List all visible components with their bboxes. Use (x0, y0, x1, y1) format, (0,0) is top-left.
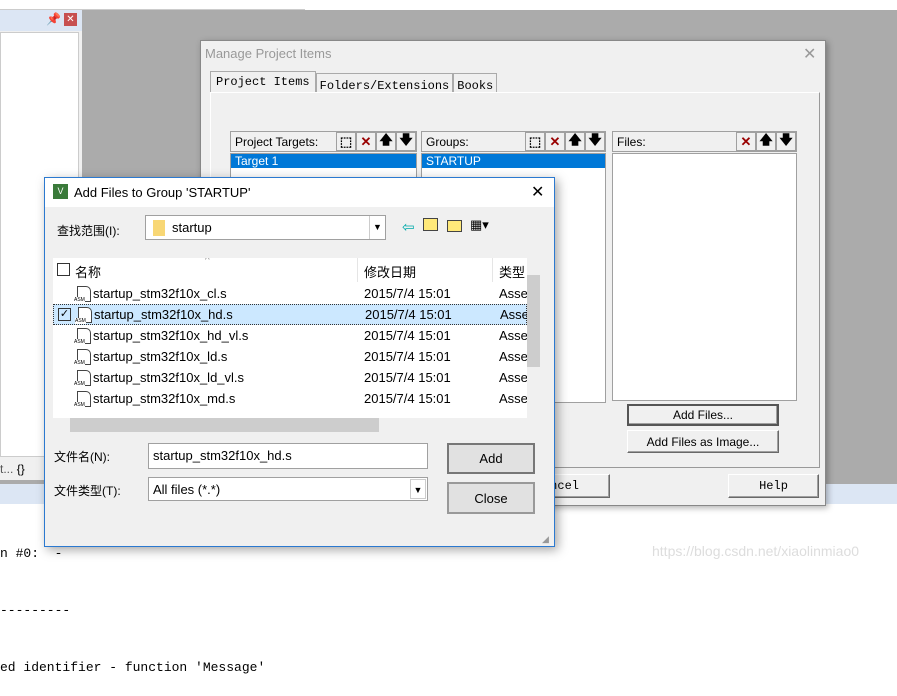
move-down-icon[interactable]: 🡇 (396, 132, 416, 151)
close-button[interactable]: Close (447, 482, 535, 514)
functions-icon[interactable]: {} (17, 462, 25, 476)
column-name[interactable]: 名称 (75, 262, 101, 281)
new-icon[interactable]: ⬚ (336, 132, 356, 151)
file-list[interactable]: 名称 ^ 修改日期 类型 startup_stm32f10x_cl.s2015/… (53, 258, 540, 432)
asm-file-icon (75, 306, 92, 324)
horizontal-scrollbar[interactable] (53, 418, 540, 432)
scrollbar-thumb[interactable] (527, 275, 540, 367)
list-item-selected[interactable]: ✓startup_stm32f10x_hd.s2015/7/4 15:01Ass… (53, 304, 529, 325)
list-item[interactable]: startup_stm32f10x_hd_vl.s2015/7/4 15:01A… (53, 325, 528, 346)
sort-up-icon: ^ (205, 258, 210, 266)
asm-file-icon (74, 390, 91, 408)
look-in-value: startup (172, 220, 212, 235)
delete-icon[interactable]: ✕ (545, 132, 565, 151)
folder-icon (153, 219, 165, 236)
tab-project-items[interactable]: Project Items (210, 71, 316, 93)
dialog-title: Add Files to Group 'STARTUP' (74, 185, 251, 200)
resize-grip-icon[interactable]: ◢ (542, 534, 549, 545)
filename-input[interactable]: startup_stm32f10x_hd.s (148, 443, 428, 469)
filetype-value: All files (*.*) (153, 481, 221, 497)
move-up-icon[interactable]: 🡅 (376, 132, 396, 151)
targets-label: Project Targets: (235, 134, 319, 149)
tab-folders-extensions[interactable]: Folders/Extensions (315, 73, 454, 93)
filename-label: 文件名(N): (54, 450, 110, 464)
list-item[interactable]: startup_stm32f10x_ld_vl.s2015/7/4 15:01A… (53, 367, 528, 388)
tab-build[interactable]: t... (0, 462, 13, 476)
column-type[interactable]: 类型 (499, 262, 525, 281)
output-line: --------- (0, 603, 71, 618)
top-toolbar (0, 0, 305, 10)
vertical-scrollbar[interactable] (527, 258, 540, 418)
chevron-down-icon[interactable]: ▼ (410, 479, 426, 499)
view-menu-icon[interactable]: ▦▾ (470, 217, 489, 233)
asm-file-icon (74, 369, 91, 387)
filetype-select[interactable]: All files (*.*) ▼ (148, 477, 428, 501)
move-down-icon[interactable]: 🡇 (585, 132, 605, 151)
look-in-select[interactable]: startup ▼ (145, 215, 386, 240)
list-item[interactable]: STARTUP (422, 154, 605, 168)
move-down-icon[interactable]: 🡇 (776, 132, 796, 151)
new-folder-icon[interactable] (447, 220, 462, 232)
app-logo-icon: V (53, 184, 68, 199)
select-all-checkbox[interactable] (57, 263, 70, 276)
asm-file-icon (74, 327, 91, 345)
list-item[interactable]: startup_stm32f10x_ld.s2015/7/4 15:01Asse (53, 346, 528, 367)
delete-icon[interactable]: ✕ (356, 132, 376, 151)
output-line: ed identifier - function 'Message' (0, 660, 266, 675)
title-bar: V Add Files to Group 'STARTUP' ✕ (45, 178, 554, 207)
up-folder-icon[interactable] (423, 218, 438, 231)
list-item[interactable]: startup_stm32f10x_md.s2015/7/4 15:01Asse (53, 388, 528, 409)
move-up-icon[interactable]: 🡅 (756, 132, 776, 151)
scrollbar-thumb[interactable] (70, 418, 379, 432)
new-icon[interactable]: ⬚ (525, 132, 545, 151)
dialog-title: Manage Project Items (205, 46, 332, 61)
help-button[interactable]: Help (728, 474, 819, 498)
pin-icon[interactable]: 📌 (46, 12, 61, 26)
add-button[interactable]: Add (447, 443, 535, 474)
close-icon[interactable]: ✕ (803, 44, 816, 64)
asm-file-icon (74, 285, 91, 303)
look-in-label: 查找范围(I): (57, 224, 120, 238)
watermark: https://blog.csdn.net/xiaolinmiao0 (652, 543, 860, 559)
tab-books[interactable]: Books (453, 73, 498, 93)
list-item[interactable]: startup_stm32f10x_cl.s2015/7/4 15:01Asse (53, 283, 528, 304)
back-icon[interactable]: ⇦ (402, 218, 415, 236)
files-list[interactable] (612, 153, 797, 401)
close-icon[interactable]: ✕ (531, 182, 544, 202)
add-files-button[interactable]: Add Files... (627, 404, 779, 426)
list-item[interactable]: Target 1 (231, 154, 416, 168)
list-header: 名称 ^ 修改日期 类型 (53, 258, 527, 282)
files-label: Files: (617, 134, 646, 149)
add-files-as-image-button[interactable]: Add Files as Image... (627, 430, 779, 453)
groups-label: Groups: (426, 134, 469, 149)
checkbox-checked[interactable]: ✓ (58, 308, 71, 321)
asm-file-icon (74, 348, 91, 366)
add-files-dialog: V Add Files to Group 'STARTUP' ✕ 查找范围(I)… (44, 177, 555, 547)
close-icon[interactable]: ✕ (64, 13, 77, 26)
chevron-down-icon[interactable]: ▼ (369, 216, 385, 239)
column-date[interactable]: 修改日期 (364, 262, 416, 281)
move-up-icon[interactable]: 🡅 (565, 132, 585, 151)
filetype-label: 文件类型(T): (54, 484, 121, 498)
delete-icon[interactable]: ✕ (736, 132, 756, 151)
